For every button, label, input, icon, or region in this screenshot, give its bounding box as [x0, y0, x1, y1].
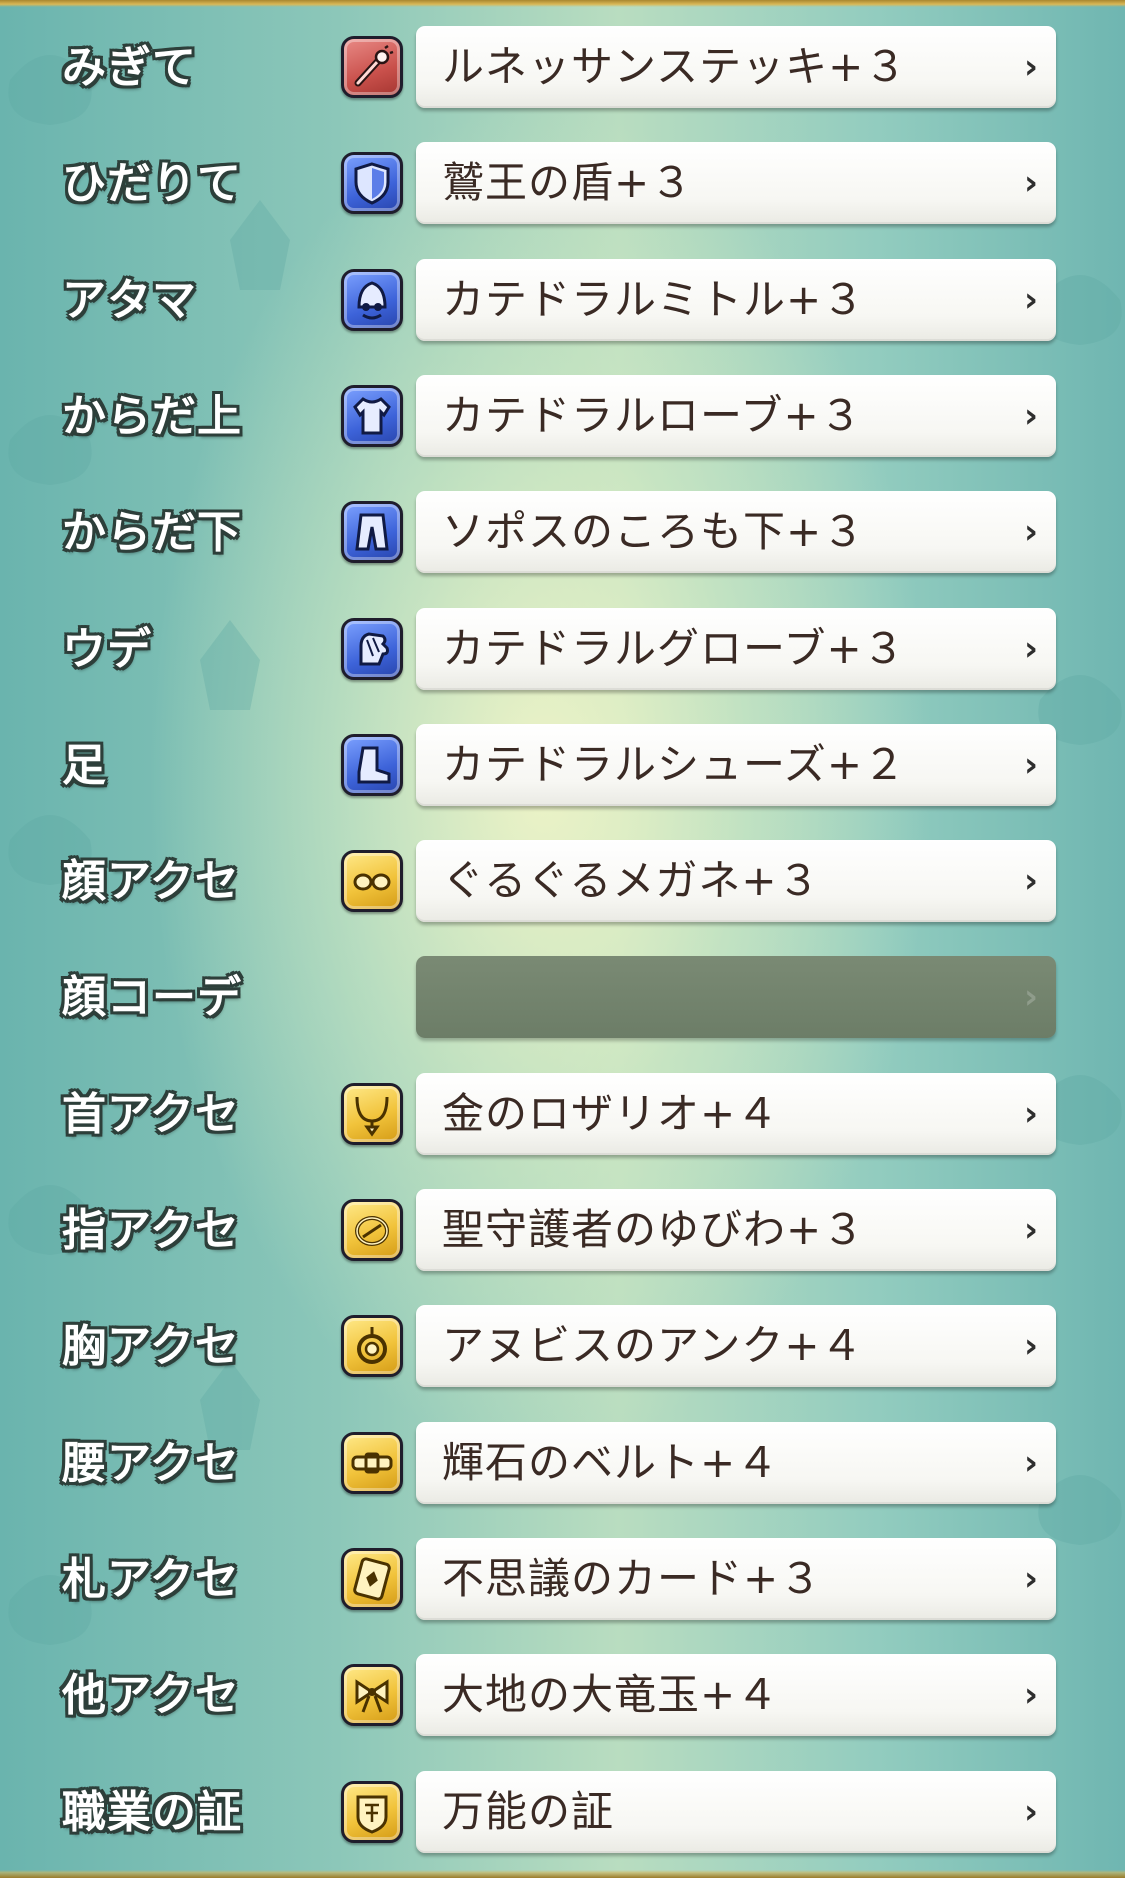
equipment-row: 顔アクセ ぐるぐるメガネ+３ › — [0, 838, 1125, 928]
body-bottom-icon — [341, 501, 403, 563]
chevron-right-icon: › — [1023, 1559, 1038, 1599]
slot-label: からだ上 — [62, 391, 242, 442]
emblem-icon — [341, 1781, 403, 1843]
equipment-row: 職業の証 万能の証 › — [0, 1769, 1125, 1859]
slot-label: 胸アクセ — [62, 1321, 240, 1372]
item-name: 金のロザリオ+４ — [442, 1089, 780, 1138]
slot-label: みぎて — [62, 42, 197, 93]
item-name: 大地の大竜玉+４ — [442, 1670, 780, 1719]
necklace-icon — [341, 1083, 403, 1145]
item-name: 輝石のベルト+４ — [442, 1438, 780, 1487]
item-name: 鷲王の盾+３ — [442, 158, 694, 207]
bottom-border — [0, 1870, 1125, 1878]
top-border — [0, 0, 1125, 7]
chevron-right-icon: › — [1023, 629, 1038, 669]
slot-label: からだ下 — [62, 507, 242, 558]
equipment-panel: みぎて ルネッサンステッキ+３ › ひだりて 鷲王の盾+３ › アタマ カテドラルミトル+３ ›… — [0, 0, 1125, 1878]
equipment-slot-button[interactable]: › — [416, 956, 1056, 1038]
equipment-slot-button[interactable]: ソポスのころも下+３ › — [416, 491, 1056, 573]
chevron-right-icon: › — [1023, 1326, 1038, 1366]
glove-icon — [341, 618, 403, 680]
equipment-slot-button[interactable]: カテドラルグローブ+３ › — [416, 608, 1056, 690]
equipment-row: ウデ カテドラルグローブ+３ › — [0, 606, 1125, 696]
belt-icon — [341, 1432, 403, 1494]
item-name: カテドラルミトル+３ — [442, 275, 866, 324]
chevron-right-icon: › — [1023, 512, 1038, 552]
chevron-right-icon: › — [1023, 861, 1038, 901]
item-name: 万能の証 — [442, 1787, 615, 1836]
equipment-slot-button[interactable]: カテドラルローブ+３ › — [416, 375, 1056, 457]
equipment-slot-button[interactable]: カテドラルシューズ+２ › — [416, 724, 1056, 806]
ribbon-icon — [341, 1664, 403, 1726]
equipment-row: 胸アクセ アヌビスのアンク+４ › — [0, 1303, 1125, 1393]
item-name: ソポスのころも下+３ — [442, 507, 866, 556]
chest-accessory-icon — [341, 1315, 403, 1377]
staff-icon — [341, 36, 403, 98]
boot-icon — [341, 734, 403, 796]
equipment-slot-button[interactable]: 万能の証 › — [416, 1771, 1056, 1853]
equipment-slot-button[interactable]: ルネッサンステッキ+３ › — [416, 26, 1056, 108]
slot-label: 腰アクセ — [62, 1438, 240, 1489]
chevron-right-icon: › — [1023, 163, 1038, 203]
chevron-right-icon: › — [1023, 1792, 1038, 1832]
slot-label: 職業の証 — [62, 1787, 242, 1838]
slot-label: 札アクセ — [62, 1554, 240, 1605]
chevron-right-icon: › — [1023, 1675, 1038, 1715]
item-name: 聖守護者のゆびわ+３ — [442, 1205, 866, 1254]
equipment-row: 腰アクセ 輝石のベルト+４ › — [0, 1420, 1125, 1510]
chevron-right-icon: › — [1023, 47, 1038, 87]
slot-label: 足 — [62, 740, 107, 791]
equipment-slot-button[interactable]: 鷲王の盾+３ › — [416, 142, 1056, 224]
item-name: ルネッサンステッキ+３ — [442, 42, 908, 91]
card-icon — [341, 1548, 403, 1610]
equipment-row: 他アクセ 大地の大竜玉+４ › — [0, 1652, 1125, 1742]
chevron-right-icon: › — [1023, 1094, 1038, 1134]
slot-label: ウデ — [62, 624, 152, 675]
slot-label: 首アクセ — [62, 1089, 240, 1140]
shield-icon — [341, 152, 403, 214]
item-name: カテドラルローブ+３ — [442, 391, 863, 440]
chevron-right-icon: › — [1023, 1443, 1038, 1483]
ring-icon — [341, 1199, 403, 1261]
item-name: カテドラルシューズ+２ — [442, 740, 907, 789]
equipment-slot-button[interactable]: 金のロザリオ+４ › — [416, 1073, 1056, 1155]
item-name: 不思議のカード+３ — [442, 1554, 823, 1603]
equipment-row: からだ上 カテドラルローブ+３ › — [0, 373, 1125, 463]
equipment-row: 顔コーデ › — [0, 954, 1125, 1044]
equipment-slot-button[interactable]: カテドラルミトル+３ › — [416, 259, 1056, 341]
equipment-slot-button[interactable]: 不思議のカード+３ › — [416, 1538, 1056, 1620]
equipment-row: アタマ カテドラルミトル+３ › — [0, 257, 1125, 347]
slot-label: 指アクセ — [62, 1205, 240, 1256]
slot-label: ひだりて — [62, 158, 242, 209]
chevron-right-icon: › — [1023, 745, 1038, 785]
slot-label: 他アクセ — [62, 1670, 240, 1721]
chevron-right-icon: › — [1023, 1210, 1038, 1250]
chevron-right-icon: › — [1023, 280, 1038, 320]
equipment-slot-button[interactable]: ぐるぐるメガネ+３ › — [416, 840, 1056, 922]
equipment-slot-button[interactable]: 輝石のベルト+４ › — [416, 1422, 1056, 1504]
item-name: アヌビスのアンク+４ — [442, 1321, 864, 1370]
chevron-right-icon: › — [1023, 977, 1038, 1017]
chevron-right-icon: › — [1023, 396, 1038, 436]
item-name: ぐるぐるメガネ+３ — [442, 856, 821, 905]
slot-label: アタマ — [62, 275, 197, 326]
item-name: カテドラルグローブ+３ — [442, 624, 906, 673]
slot-label: 顔コーデ — [62, 972, 242, 1023]
head-icon — [341, 269, 403, 331]
equipment-row: 足 カテドラルシューズ+２ › — [0, 722, 1125, 812]
face-accessory-icon — [341, 850, 403, 912]
slot-label: 顔アクセ — [62, 856, 240, 907]
equipment-slot-button[interactable]: 大地の大竜玉+４ › — [416, 1654, 1056, 1736]
equipment-row: みぎて ルネッサンステッキ+３ › — [0, 24, 1125, 114]
body-top-icon — [341, 385, 403, 447]
equipment-row: からだ下 ソポスのころも下+３ › — [0, 489, 1125, 579]
equipment-row: ひだりて 鷲王の盾+３ › — [0, 140, 1125, 230]
equipment-slot-button[interactable]: 聖守護者のゆびわ+３ › — [416, 1189, 1056, 1271]
equipment-slot-button[interactable]: アヌビスのアンク+４ › — [416, 1305, 1056, 1387]
equipment-row: 札アクセ 不思議のカード+３ › — [0, 1536, 1125, 1626]
equipment-row: 首アクセ 金のロザリオ+４ › — [0, 1071, 1125, 1161]
equipment-row: 指アクセ 聖守護者のゆびわ+３ › — [0, 1187, 1125, 1277]
